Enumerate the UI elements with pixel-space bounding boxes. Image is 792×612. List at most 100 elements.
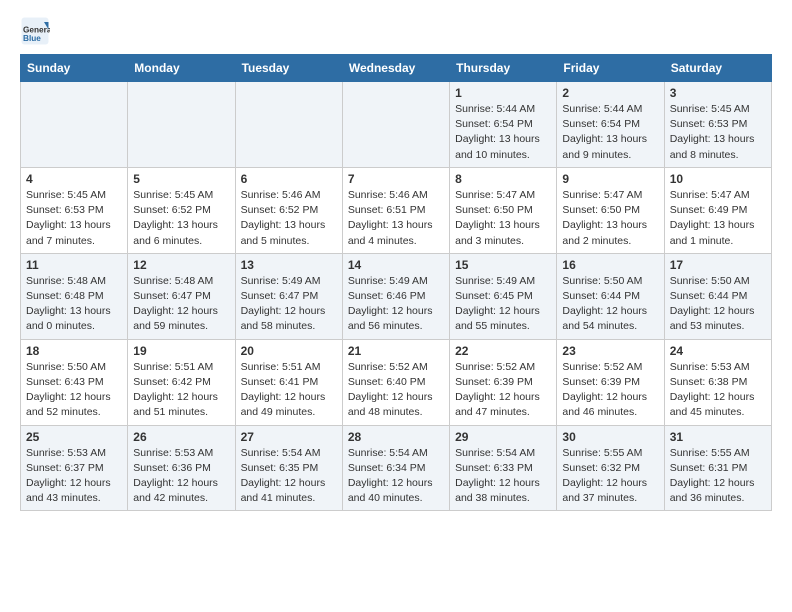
header-cell-tuesday: Tuesday [235, 55, 342, 82]
day-cell: 28 Sunrise: 5:54 AM Sunset: 6:34 PM Dayli… [342, 425, 449, 511]
day-cell: 8 Sunrise: 5:47 AM Sunset: 6:50 PM Daylig… [450, 167, 557, 253]
day-number: 12 [133, 258, 229, 272]
header-cell-saturday: Saturday [664, 55, 771, 82]
day-number: 2 [562, 86, 658, 100]
header-cell-monday: Monday [128, 55, 235, 82]
day-info: Sunrise: 5:50 AM Sunset: 6:44 PM Dayligh… [562, 274, 658, 335]
day-cell: 27 Sunrise: 5:54 AM Sunset: 6:35 PM Dayli… [235, 425, 342, 511]
day-number: 19 [133, 344, 229, 358]
day-number: 21 [348, 344, 444, 358]
day-number: 27 [241, 430, 337, 444]
day-cell: 22 Sunrise: 5:52 AM Sunset: 6:39 PM Dayli… [450, 339, 557, 425]
day-number: 17 [670, 258, 766, 272]
day-cell: 26 Sunrise: 5:53 AM Sunset: 6:36 PM Dayli… [128, 425, 235, 511]
day-cell: 5 Sunrise: 5:45 AM Sunset: 6:52 PM Daylig… [128, 167, 235, 253]
day-info: Sunrise: 5:53 AM Sunset: 6:38 PM Dayligh… [670, 360, 766, 421]
day-info: Sunrise: 5:55 AM Sunset: 6:32 PM Dayligh… [562, 446, 658, 507]
day-number: 22 [455, 344, 551, 358]
day-number: 26 [133, 430, 229, 444]
day-info: Sunrise: 5:52 AM Sunset: 6:39 PM Dayligh… [455, 360, 551, 421]
header-cell-thursday: Thursday [450, 55, 557, 82]
day-info: Sunrise: 5:48 AM Sunset: 6:48 PM Dayligh… [26, 274, 122, 335]
day-cell: 23Sunrise: 5:52 AM Sunset: 6:39 PM Dayli… [557, 339, 664, 425]
day-info: Sunrise: 5:46 AM Sunset: 6:51 PM Dayligh… [348, 188, 444, 249]
day-info: Sunrise: 5:54 AM Sunset: 6:34 PM Dayligh… [348, 446, 444, 507]
day-number: 28 [348, 430, 444, 444]
day-cell [21, 82, 128, 168]
svg-text:Blue: Blue [23, 34, 41, 43]
day-cell: 4Sunrise: 5:45 AM Sunset: 6:53 PM Daylig… [21, 167, 128, 253]
logo-icon: General Blue [20, 16, 50, 46]
week-row-4: 18 Sunrise: 5:50 AM Sunset: 6:43 PM Dayli… [21, 339, 772, 425]
day-info: Sunrise: 5:55 AM Sunset: 6:31 PM Dayligh… [670, 446, 766, 507]
day-number: 14 [348, 258, 444, 272]
day-number: 6 [241, 172, 337, 186]
day-number: 13 [241, 258, 337, 272]
day-info: Sunrise: 5:48 AM Sunset: 6:47 PM Dayligh… [133, 274, 229, 335]
day-info: Sunrise: 5:53 AM Sunset: 6:36 PM Dayligh… [133, 446, 229, 507]
day-number: 7 [348, 172, 444, 186]
day-cell: 19 Sunrise: 5:51 AM Sunset: 6:42 PM Dayli… [128, 339, 235, 425]
day-info: Sunrise: 5:49 AM Sunset: 6:47 PM Dayligh… [241, 274, 337, 335]
day-number: 18 [26, 344, 122, 358]
day-cell: 24Sunrise: 5:53 AM Sunset: 6:38 PM Dayli… [664, 339, 771, 425]
day-info: Sunrise: 5:44 AM Sunset: 6:54 PM Dayligh… [455, 102, 551, 163]
day-info: Sunrise: 5:46 AM Sunset: 6:52 PM Dayligh… [241, 188, 337, 249]
day-cell: 17 Sunrise: 5:50 AM Sunset: 6:44 PM Dayli… [664, 253, 771, 339]
day-info: Sunrise: 5:49 AM Sunset: 6:45 PM Dayligh… [455, 274, 551, 335]
day-info: Sunrise: 5:45 AM Sunset: 6:52 PM Dayligh… [133, 188, 229, 249]
day-info: Sunrise: 5:53 AM Sunset: 6:37 PM Dayligh… [26, 446, 122, 507]
day-cell [128, 82, 235, 168]
day-cell: 21 Sunrise: 5:52 AM Sunset: 6:40 PM Dayli… [342, 339, 449, 425]
day-info: Sunrise: 5:44 AM Sunset: 6:54 PM Dayligh… [562, 102, 658, 163]
day-number: 8 [455, 172, 551, 186]
day-number: 25 [26, 430, 122, 444]
day-info: Sunrise: 5:45 AM Sunset: 6:53 PM Dayligh… [26, 188, 122, 249]
day-info: Sunrise: 5:50 AM Sunset: 6:43 PM Dayligh… [26, 360, 122, 421]
day-cell: 6 Sunrise: 5:46 AM Sunset: 6:52 PM Daylig… [235, 167, 342, 253]
day-number: 11 [26, 258, 122, 272]
day-info: Sunrise: 5:49 AM Sunset: 6:46 PM Dayligh… [348, 274, 444, 335]
day-number: 5 [133, 172, 229, 186]
day-number: 10 [670, 172, 766, 186]
day-number: 29 [455, 430, 551, 444]
day-number: 30 [562, 430, 658, 444]
day-number: 20 [241, 344, 337, 358]
day-cell: 29Sunrise: 5:54 AM Sunset: 6:33 PM Dayli… [450, 425, 557, 511]
day-number: 3 [670, 86, 766, 100]
day-cell: 25 Sunrise: 5:53 AM Sunset: 6:37 PM Dayli… [21, 425, 128, 511]
day-info: Sunrise: 5:47 AM Sunset: 6:50 PM Dayligh… [455, 188, 551, 249]
day-cell: 30 Sunrise: 5:55 AM Sunset: 6:32 PM Dayli… [557, 425, 664, 511]
day-cell: 12 Sunrise: 5:48 AM Sunset: 6:47 PM Dayli… [128, 253, 235, 339]
day-cell: 3Sunrise: 5:45 AM Sunset: 6:53 PM Daylig… [664, 82, 771, 168]
day-number: 1 [455, 86, 551, 100]
day-info: Sunrise: 5:51 AM Sunset: 6:41 PM Dayligh… [241, 360, 337, 421]
day-info: Sunrise: 5:50 AM Sunset: 6:44 PM Dayligh… [670, 274, 766, 335]
day-cell: 31Sunrise: 5:55 AM Sunset: 6:31 PM Dayli… [664, 425, 771, 511]
day-number: 23 [562, 344, 658, 358]
day-info: Sunrise: 5:47 AM Sunset: 6:50 PM Dayligh… [562, 188, 658, 249]
day-cell: 18 Sunrise: 5:50 AM Sunset: 6:43 PM Dayli… [21, 339, 128, 425]
day-number: 9 [562, 172, 658, 186]
week-row-2: 4Sunrise: 5:45 AM Sunset: 6:53 PM Daylig… [21, 167, 772, 253]
header-cell-sunday: Sunday [21, 55, 128, 82]
day-cell: 15 Sunrise: 5:49 AM Sunset: 6:45 PM Dayli… [450, 253, 557, 339]
day-cell: 11 Sunrise: 5:48 AM Sunset: 6:48 PM Dayli… [21, 253, 128, 339]
day-number: 16 [562, 258, 658, 272]
calendar-header: SundayMondayTuesdayWednesdayThursdayFrid… [21, 55, 772, 82]
day-cell: 16 Sunrise: 5:50 AM Sunset: 6:44 PM Dayli… [557, 253, 664, 339]
day-cell: 20 Sunrise: 5:51 AM Sunset: 6:41 PM Dayli… [235, 339, 342, 425]
week-row-1: 1 Sunrise: 5:44 AM Sunset: 6:54 PM Daylig… [21, 82, 772, 168]
day-info: Sunrise: 5:54 AM Sunset: 6:35 PM Dayligh… [241, 446, 337, 507]
day-cell: 1 Sunrise: 5:44 AM Sunset: 6:54 PM Daylig… [450, 82, 557, 168]
day-info: Sunrise: 5:47 AM Sunset: 6:49 PM Dayligh… [670, 188, 766, 249]
day-info: Sunrise: 5:51 AM Sunset: 6:42 PM Dayligh… [133, 360, 229, 421]
day-number: 15 [455, 258, 551, 272]
day-info: Sunrise: 5:52 AM Sunset: 6:40 PM Dayligh… [348, 360, 444, 421]
day-cell: 13 Sunrise: 5:49 AM Sunset: 6:47 PM Dayli… [235, 253, 342, 339]
day-cell [235, 82, 342, 168]
header-cell-wednesday: Wednesday [342, 55, 449, 82]
day-cell: 14 Sunrise: 5:49 AM Sunset: 6:46 PM Dayli… [342, 253, 449, 339]
calendar-table: SundayMondayTuesdayWednesdayThursdayFrid… [20, 54, 772, 511]
week-row-3: 11 Sunrise: 5:48 AM Sunset: 6:48 PM Dayli… [21, 253, 772, 339]
